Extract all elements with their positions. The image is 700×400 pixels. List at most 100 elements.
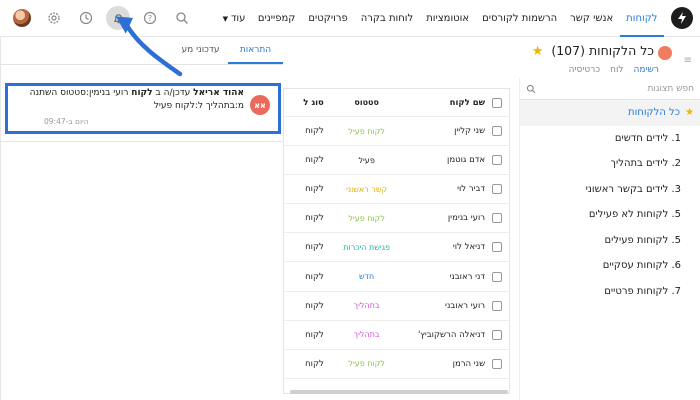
sidebar-item-private-customers[interactable]: 7. לקוחות פרטיים: [520, 279, 700, 305]
table-row[interactable]: דניאלה הרשקוביץ' בתהליך לקוח: [284, 321, 509, 350]
notification-time: היום ב-09:47: [44, 117, 89, 126]
cell-status[interactable]: בתהליך: [324, 330, 410, 339]
logo-icon[interactable]: [671, 7, 693, 29]
select-all-checkbox[interactable]: [492, 97, 503, 108]
sidebar-item-leads-first-contact[interactable]: 3. לידים בקשר ראשוני: [520, 177, 700, 203]
cell-status[interactable]: לקוח פעיל: [324, 127, 410, 136]
sidebar-item-inactive-customers[interactable]: 5. לקוחות לא פעילים: [520, 202, 700, 228]
cell-status[interactable]: חדש: [324, 272, 410, 281]
nav-item-automations[interactable]: אוטומציות: [420, 0, 476, 37]
nav-more-label: עוד: [230, 13, 246, 24]
help-icon[interactable]: ?: [138, 6, 162, 30]
table-header: שם לקוח סטטוס סוג ל: [284, 89, 509, 117]
row-checkbox[interactable]: [492, 242, 503, 253]
table-row[interactable]: שני קליין לקוח פעיל לקוח: [284, 117, 509, 147]
table-row[interactable]: רועי ראובני בתהליך לקוח: [284, 292, 509, 321]
cell-type: לקוח: [305, 155, 324, 166]
row-checkbox[interactable]: [492, 184, 503, 195]
notification-author: אהוד אריאל: [193, 88, 244, 98]
notification-item[interactable]: אא אהוד אריאל עדכן/ה ב לקוח רועי בנימין:…: [5, 83, 281, 134]
cell-name[interactable]: שני הרמן: [409, 359, 485, 369]
cell-type: לקוח: [305, 184, 324, 195]
page-title: כל הלקוחות (107) ★: [532, 43, 654, 59]
nav-item-dashboards[interactable]: לוחות בקרה: [354, 0, 419, 37]
table-row[interactable]: דביר לוי קשר ראשוני לקוח: [284, 175, 509, 205]
sidebar-item-all-customers[interactable]: ★ כל הלקוחות: [520, 100, 700, 126]
nav-item-course-registrations[interactable]: הרשמות לקורסים: [476, 0, 564, 37]
notification-entity: לקוח: [131, 88, 153, 98]
customers-table: שם לקוח סטטוס סוג ל שני קליין לקוח פעיל לק…: [283, 88, 510, 394]
column-header-type[interactable]: סוג ל: [284, 98, 324, 108]
nav-item-campaigns[interactable]: קמפיינים: [251, 0, 301, 37]
cell-type: לקוח: [305, 213, 324, 224]
clock-icon[interactable]: [74, 6, 98, 30]
row-checkbox[interactable]: [492, 329, 503, 340]
cell-type: לקוח: [305, 126, 324, 137]
sidebar-item-leads-in-progress[interactable]: 2. לידים בתהליך: [520, 151, 700, 177]
star-icon[interactable]: ★: [532, 44, 544, 59]
row-checkbox[interactable]: [492, 271, 503, 282]
cell-status[interactable]: פגישת היכרות: [324, 243, 410, 252]
nav-item-contacts[interactable]: אנשי קשר: [564, 0, 620, 37]
table-row[interactable]: אדם גוטמן פעיל לקוח: [284, 146, 509, 176]
tab-notifications[interactable]: התראות: [228, 37, 283, 64]
notification-action: עדכן/ה ב: [155, 88, 191, 98]
table-body: שני קליין לקוח פעיל לקוח אדם גוטמן פעיל לקוח ד…: [284, 117, 509, 379]
cell-type: לקוח: [305, 271, 324, 282]
trophy-icon: [658, 46, 672, 60]
cell-status[interactable]: בתהליך: [324, 301, 410, 310]
search-icon[interactable]: [170, 6, 194, 30]
column-header-name[interactable]: שם לקוח: [409, 98, 485, 108]
cell-type: לקוח: [305, 300, 324, 311]
cell-status[interactable]: פעיל: [324, 156, 410, 165]
main-nav: לקוחות אנשי קשר הרשמות לקורסים אוטומציות…: [217, 0, 664, 37]
cell-type: לקוח: [305, 242, 324, 253]
page-title-count: (107): [551, 43, 585, 58]
nav-item-projects[interactable]: פרויקטים: [302, 0, 354, 37]
row-checkbox[interactable]: [492, 155, 503, 166]
views-sidebar: חפש תצוגות ★ כל הלקוחות 1. לידים חדשים 2.…: [519, 78, 700, 400]
avatar[interactable]: [10, 6, 34, 30]
gear-icon[interactable]: [42, 6, 66, 30]
horizontal-scrollbar[interactable]: [290, 390, 508, 394]
bell-icon[interactable]: [106, 6, 130, 30]
sidebar-item-active-customers[interactable]: 5. לקוחות פעילים: [520, 228, 700, 254]
views-search-input[interactable]: חפש תצוגות: [520, 78, 700, 100]
cell-name[interactable]: דניאל לוי: [409, 242, 485, 252]
notifications-panel: התראות עדכוני מע אא אהוד אריאל עדכן/ה ב …: [0, 37, 284, 400]
cell-name[interactable]: דניאלה הרשקוביץ': [409, 330, 485, 340]
top-navigation-bar: לקוחות אנשי קשר הרשמות לקורסים אוטומציות…: [0, 0, 700, 37]
cell-name[interactable]: דני ראובני: [409, 272, 485, 282]
table-row[interactable]: דניאל לוי פגישת היכרות לקוח: [284, 233, 509, 263]
notification-text: אהוד אריאל עדכן/ה ב לקוח רועי בנימין:סטט…: [12, 87, 244, 113]
row-checkbox[interactable]: [492, 213, 503, 224]
sidebar-item-new-leads[interactable]: 1. לידים חדשים: [520, 126, 700, 152]
svg-text:?: ?: [148, 14, 152, 23]
top-icons: ?: [10, 6, 202, 30]
cell-name[interactable]: רועי ראובני: [409, 301, 485, 311]
row-checkbox[interactable]: [492, 358, 503, 369]
cell-status[interactable]: לקוח פעיל: [324, 359, 410, 368]
cell-name[interactable]: דביר לוי: [409, 184, 485, 194]
cell-status[interactable]: לקוח פעיל: [324, 214, 410, 223]
cell-name[interactable]: אדם גוטמן: [409, 155, 485, 165]
sidebar-item-label: כל הלקוחות: [628, 107, 681, 118]
cell-name[interactable]: שני קליין: [409, 126, 485, 136]
page-title-text: כל הלקוחות: [588, 43, 654, 58]
row-checkbox[interactable]: [492, 300, 503, 311]
column-header-status[interactable]: סטטוס: [324, 98, 410, 107]
table-row[interactable]: רועי בנימין לקוח פעיל לקוח: [284, 204, 509, 234]
sidebar-item-business-customers[interactable]: 6. לקוחות עסקיים: [520, 253, 700, 279]
table-row[interactable]: דני ראובני חדש לקוח: [284, 262, 509, 292]
notifications-tabs: התראות עדכוני מע: [1, 37, 283, 65]
notification-avatar: אא: [250, 95, 270, 115]
tab-system-updates[interactable]: עדכוני מע: [173, 37, 228, 64]
views-search-placeholder: חפש תצוגות: [647, 83, 694, 94]
cell-status[interactable]: קשר ראשוני: [324, 185, 410, 194]
nav-more-menu[interactable]: עוד▼: [217, 0, 252, 37]
row-checkbox[interactable]: [492, 126, 503, 137]
cell-name[interactable]: רועי בנימין: [409, 213, 485, 223]
nav-item-customers[interactable]: לקוחות: [619, 0, 664, 37]
menu-icon[interactable]: ≡: [684, 55, 692, 66]
table-row[interactable]: שני הרמן לקוח פעיל לקוח: [284, 350, 509, 379]
